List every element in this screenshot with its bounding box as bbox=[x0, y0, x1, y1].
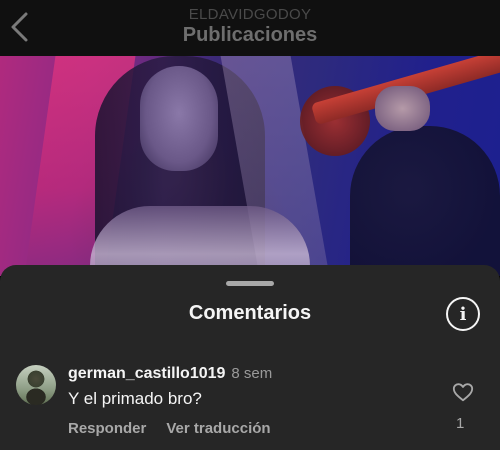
comments-title: Comentarios bbox=[188, 302, 312, 324]
sheet-grabber[interactable] bbox=[226, 281, 274, 286]
like-button[interactable] bbox=[452, 381, 474, 403]
comment-meta: german_castillo1019 8 sem bbox=[68, 365, 272, 383]
app-screen: ELDAVIDGODOY Publicaciones Comentarios i… bbox=[0, 0, 500, 450]
heart-icon bbox=[452, 383, 474, 402]
info-icon: i bbox=[459, 303, 467, 325]
reply-button[interactable]: Responder bbox=[68, 420, 146, 437]
comment-time: 8 sem bbox=[231, 365, 273, 382]
avatar[interactable] bbox=[16, 365, 56, 405]
page-title: Publicaciones bbox=[182, 24, 318, 46]
comment-text: Y el primado bro? bbox=[68, 389, 202, 408]
comment-username[interactable]: german_castillo1019 bbox=[68, 365, 225, 382]
comments-sheet: Comentarios i german_castillo1019 8 sem Y… bbox=[0, 265, 500, 450]
info-button[interactable]: i bbox=[446, 297, 480, 331]
like-count: 1 bbox=[456, 415, 465, 432]
translate-button[interactable]: Ver traducción bbox=[166, 420, 270, 437]
comment-actions: Responder Ver traducción bbox=[68, 420, 271, 438]
post-photo[interactable] bbox=[0, 56, 500, 276]
account-name[interactable]: ELDAVIDGODOY bbox=[0, 6, 500, 23]
top-header: ELDAVIDGODOY Publicaciones bbox=[0, 0, 500, 56]
comment-item: german_castillo1019 8 sem Y el primado br… bbox=[16, 365, 486, 445]
